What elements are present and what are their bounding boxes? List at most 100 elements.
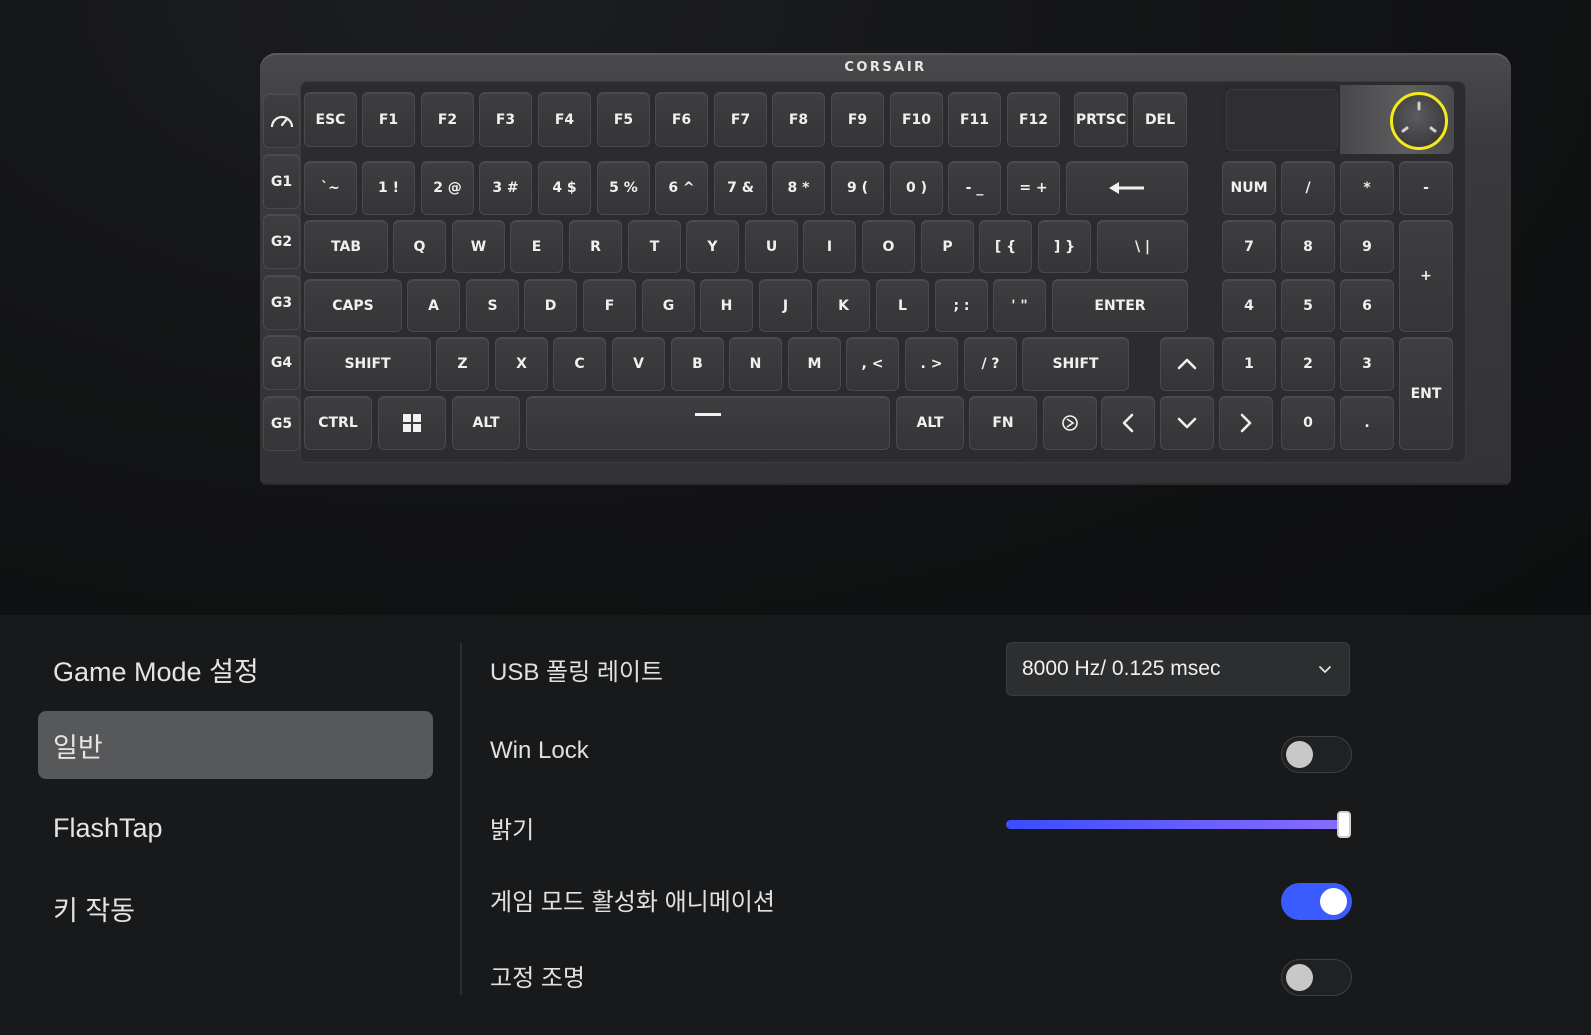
static-lighting-toggle[interactable] xyxy=(1281,959,1352,996)
key-num-4[interactable]: 4 xyxy=(1222,279,1276,332)
key-arrow-left[interactable] xyxy=(1101,396,1155,450)
key-arrow-right[interactable] xyxy=(1219,396,1273,450)
key-f10[interactable]: F10 xyxy=(890,92,943,147)
key-arrow-down[interactable] xyxy=(1160,396,1214,450)
key-7[interactable]: 7 & xyxy=(714,161,767,215)
key-left-shift[interactable]: SHIFT xyxy=(304,337,431,391)
key-num-decimal[interactable]: . xyxy=(1340,396,1394,450)
key-space[interactable] xyxy=(526,396,890,450)
key-6[interactable]: 6 ^ xyxy=(655,161,708,215)
key-del[interactable]: DEL xyxy=(1133,92,1187,147)
key-period[interactable]: . > xyxy=(905,337,958,391)
key-ctrl[interactable]: CTRL xyxy=(304,396,372,450)
key-slash[interactable]: / ? xyxy=(964,337,1017,391)
key-left-bracket[interactable]: [ { xyxy=(979,220,1032,273)
sidebar-item-flashtap[interactable]: FlashTap xyxy=(38,794,433,862)
key-f11[interactable]: F11 xyxy=(948,92,1001,147)
key-8[interactable]: 8 * xyxy=(772,161,825,215)
key-1[interactable]: 1 ! xyxy=(362,161,415,215)
key-f12[interactable]: F12 xyxy=(1007,92,1060,147)
sidebar-item-general[interactable]: 일반 xyxy=(38,711,433,779)
key-num-8[interactable]: 8 xyxy=(1281,220,1335,273)
key-right-shift[interactable]: SHIFT xyxy=(1022,337,1129,391)
sidebar-item-key-actuation[interactable]: 키 작동 xyxy=(38,874,433,942)
key-g1[interactable]: G1 xyxy=(263,154,300,209)
key-n[interactable]: N xyxy=(729,337,782,391)
key-f2[interactable]: F2 xyxy=(421,92,474,147)
key-num-plus[interactable]: + xyxy=(1399,220,1453,332)
key-y[interactable]: Y xyxy=(686,220,739,273)
key-enter[interactable]: ENTER xyxy=(1052,279,1188,332)
key-backtick[interactable]: `~ xyxy=(304,161,357,215)
key-right-alt[interactable]: ALT xyxy=(896,396,964,450)
key-2[interactable]: 2 @ xyxy=(421,161,474,215)
key-right-bracket[interactable]: ] } xyxy=(1038,220,1091,273)
key-t[interactable]: T xyxy=(628,220,681,273)
key-5[interactable]: 5 % xyxy=(597,161,650,215)
key-j[interactable]: J xyxy=(759,279,812,332)
key-o[interactable]: O xyxy=(862,220,915,273)
key-f5[interactable]: F5 xyxy=(597,92,650,147)
key-num-3[interactable]: 3 xyxy=(1340,337,1394,391)
key-z[interactable]: Z xyxy=(436,337,489,391)
win-lock-toggle[interactable] xyxy=(1281,736,1352,773)
control-knob[interactable] xyxy=(1390,92,1448,150)
key-u[interactable]: U xyxy=(745,220,798,273)
key-f4[interactable]: F4 xyxy=(538,92,591,147)
key-3[interactable]: 3 # xyxy=(479,161,532,215)
key-f8[interactable]: F8 xyxy=(772,92,825,147)
key-icue[interactable] xyxy=(1043,396,1097,450)
key-windows[interactable] xyxy=(378,396,446,450)
key-num-9[interactable]: 9 xyxy=(1340,220,1394,273)
key-g4[interactable]: G4 xyxy=(263,335,300,390)
key-num-2[interactable]: 2 xyxy=(1281,337,1335,391)
key-prtsc[interactable]: PRTSC xyxy=(1074,92,1128,147)
key-num-7[interactable]: 7 xyxy=(1222,220,1276,273)
key-r[interactable]: R xyxy=(569,220,622,273)
key-i[interactable]: I xyxy=(803,220,856,273)
key-f7[interactable]: F7 xyxy=(714,92,767,147)
key-g3[interactable]: G3 xyxy=(263,275,300,330)
key-k[interactable]: K xyxy=(817,279,870,332)
key-s[interactable]: S xyxy=(466,279,519,332)
key-num-enter[interactable]: ENT xyxy=(1399,337,1453,450)
slider-handle[interactable] xyxy=(1337,811,1351,838)
key-f1[interactable]: F1 xyxy=(362,92,415,147)
key-q[interactable]: Q xyxy=(393,220,446,273)
key-x[interactable]: X xyxy=(495,337,548,391)
key-a[interactable]: A xyxy=(407,279,460,332)
key-quote[interactable]: ' " xyxy=(993,279,1046,332)
key-num-5[interactable]: 5 xyxy=(1281,279,1335,332)
key-esc[interactable]: ESC xyxy=(304,92,357,147)
key-num-1[interactable]: 1 xyxy=(1222,337,1276,391)
key-v[interactable]: V xyxy=(612,337,665,391)
key-d[interactable]: D xyxy=(524,279,577,332)
key-f9[interactable]: F9 xyxy=(831,92,884,147)
key-f3[interactable]: F3 xyxy=(479,92,532,147)
key-g[interactable]: G xyxy=(642,279,695,332)
key-c[interactable]: C xyxy=(553,337,606,391)
key-comma[interactable]: , < xyxy=(846,337,899,391)
key-num-divide[interactable]: / xyxy=(1281,161,1335,215)
key-h[interactable]: H xyxy=(700,279,753,332)
key-profile-icon[interactable] xyxy=(263,93,300,148)
key-minus[interactable]: - _ xyxy=(948,161,1001,215)
key-m[interactable]: M xyxy=(788,337,841,391)
key-backspace[interactable] xyxy=(1066,161,1188,215)
key-num-0[interactable]: 0 xyxy=(1281,396,1335,450)
key-4[interactable]: 4 $ xyxy=(538,161,591,215)
key-0[interactable]: 0 ) xyxy=(890,161,943,215)
key-semicolon[interactable]: ; : xyxy=(935,279,988,332)
key-g2[interactable]: G2 xyxy=(263,214,300,269)
key-num-6[interactable]: 6 xyxy=(1340,279,1394,332)
key-fn[interactable]: FN xyxy=(969,396,1037,450)
key-9[interactable]: 9 ( xyxy=(831,161,884,215)
game-mode-animation-toggle[interactable] xyxy=(1281,883,1352,920)
key-tab[interactable]: TAB xyxy=(304,220,388,273)
key-caps[interactable]: CAPS xyxy=(304,279,402,332)
key-w[interactable]: W xyxy=(452,220,505,273)
key-e[interactable]: E xyxy=(510,220,563,273)
brightness-slider[interactable] xyxy=(1006,811,1351,838)
key-num-minus[interactable]: - xyxy=(1399,161,1453,215)
key-equals[interactable]: = + xyxy=(1007,161,1060,215)
